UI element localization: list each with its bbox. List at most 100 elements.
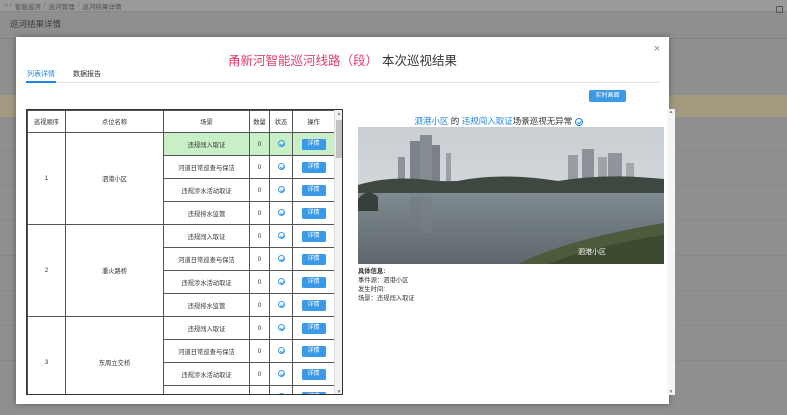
action-cell: 详情 [292,132,335,156]
status-cell [269,132,293,156]
order-cell: 3 [27,316,66,394]
scene-cell: 违规闯入取证 [163,224,250,248]
live-view-button[interactable]: 实时画面 [589,90,626,102]
status-cell [269,201,293,225]
status-cell [269,316,293,340]
check-circle-icon [277,370,285,378]
close-icon[interactable]: × [654,43,660,55]
check-circle-icon [277,393,285,394]
page-title: 巡河结果详情 [10,19,62,29]
detail-button[interactable]: 详情 [301,138,326,150]
check-circle-icon [277,140,285,148]
detail-button[interactable]: 详情 [301,230,326,242]
check-circle-icon [277,347,285,355]
scroll-down-arrow-icon[interactable]: ▼ [667,389,675,395]
detail-button[interactable]: 详情 [301,345,326,357]
info-source: 事件源：泗港小区 [358,277,409,284]
detail-button[interactable]: 详情 [301,368,326,380]
status-cell [269,339,293,363]
fullscreen-icon[interactable] [776,6,783,13]
action-cell: 详情 [292,293,335,317]
action-cell: 详情 [292,201,335,225]
table-row[interactable]: 1 泗港小区 违规闯入取证 0 详情 [27,132,335,225]
status-cell [269,362,293,386]
action-cell: 详情 [292,178,335,202]
count-cell: 0 [249,362,270,386]
order-cell: 1 [27,132,66,225]
detail-button[interactable]: 详情 [301,276,326,288]
tab-data-report[interactable]: 数据报告 [72,69,102,83]
scene-cell: 违规排水监管 [163,201,250,225]
action-cell: 详情 [292,224,335,248]
scene-cell: 河道日常巡查与保洁 [163,339,250,363]
check-circle-icon [277,186,285,194]
order-cell: 2 [27,224,66,317]
result-modal: 甬新河智能巡河线路（段） 本次巡视结果 × 列表详情 数据报告 实时画面 巡视顺序… [16,37,675,404]
breadcrumb-item[interactable]: 巡河管理 [49,1,75,11]
status-cell [269,270,293,294]
detail-button[interactable]: 详情 [301,207,326,219]
detail-panel: 泗港小区 的 违规闯入取证场景巡视无异常 泗港小区 具体信息: 事件源：泗港小区… [342,109,675,395]
detail-button[interactable]: 详情 [301,391,326,394]
header-action: 操作 [292,110,335,133]
scene-photo[interactable]: 泗港小区 [358,127,664,264]
scroll-up-arrow-icon[interactable]: ▲ [667,109,675,115]
scene-cell: 违规涉水活动取证 [163,270,250,294]
info-title: 具体信息: [358,268,386,275]
status-cell [269,224,293,248]
title-suffix: 本次巡视结果 [382,54,458,68]
patrol-table-container[interactable]: 巡视顺序 点位名称 场景 数量 状态 操作 1 泗港小区 违规闯入取证 0 详情 [26,109,343,395]
count-cell: 0 [249,316,270,340]
breadcrumb-item[interactable]: 智能巡河 [15,1,41,11]
check-circle-icon [277,209,285,217]
detail-button[interactable]: 详情 [301,322,326,334]
action-cell: 详情 [292,385,335,394]
count-cell: 0 [249,178,270,202]
tab-bar: 列表详情 数据报告 [26,69,659,83]
patrol-table: 巡视顺序 点位名称 场景 数量 状态 操作 1 泗港小区 违规闯入取证 0 详情 [27,110,335,394]
info-time: 发生时间: [358,286,385,293]
table-row[interactable]: 3 东周立交桥 违规闯入取证 0 详情 [27,316,335,394]
panel-scrollbar[interactable]: ▲ ▼ [667,109,675,395]
scene-cell: 河道日常巡查与保洁 [163,155,250,179]
header-scene: 场景 [163,110,250,133]
count-cell: 0 [249,201,270,225]
check-circle-icon [277,301,285,309]
check-circle-icon [277,278,285,286]
count-cell: 0 [249,224,270,248]
header-status: 状态 [269,110,293,133]
panel-location: 泗港小区 [414,116,449,126]
count-cell: 0 [249,339,270,363]
breadcrumb: ⌂ / 智能巡河 / 巡河管理 / 巡河结果详情 [0,0,787,12]
count-cell: 0 [249,385,270,394]
point-name-cell: 泗港小区 [65,132,164,225]
detail-button[interactable]: 详情 [301,299,326,311]
panel-result: 场景巡视无异常 [512,116,573,126]
point-name-cell: 潘火路桥 [65,224,164,317]
detail-button[interactable]: 详情 [301,161,326,173]
count-cell: 0 [249,132,270,156]
table-row[interactable]: 2 潘火路桥 违规闯入取证 0 详情 [27,224,335,317]
action-cell: 详情 [292,316,335,340]
header-point-name: 点位名称 [65,110,164,133]
header-order: 巡视顺序 [27,110,66,133]
point-name-cell: 东周立交桥 [65,316,164,394]
table-header: 巡视顺序 点位名称 场景 数量 状态 操作 [27,110,335,133]
photo-caption: 泗港小区 [578,247,606,256]
tab-list-detail[interactable]: 列表详情 [26,69,56,83]
panel-title: 泗港小区 的 违规闯入取证场景巡视无异常 [342,115,655,127]
river-photo-image: 泗港小区 [358,127,664,264]
check-circle-icon [277,163,285,171]
scene-cell: 违规涉水活动取证 [163,178,250,202]
scene-cell: 违规排水监管 [163,385,250,394]
panel-scene: 违规闯入取证 [461,116,513,126]
scene-cell: 违规涉水活动取证 [163,362,250,386]
panel-connector: 的 [450,116,460,126]
detail-button[interactable]: 详情 [301,253,326,265]
detail-button[interactable]: 详情 [301,184,326,196]
status-cell [269,155,293,179]
status-cell [269,247,293,271]
breadcrumb-item: 巡河结果详情 [82,3,122,11]
status-cell [269,293,293,317]
scene-cell: 违规闯入取证 [163,316,250,340]
